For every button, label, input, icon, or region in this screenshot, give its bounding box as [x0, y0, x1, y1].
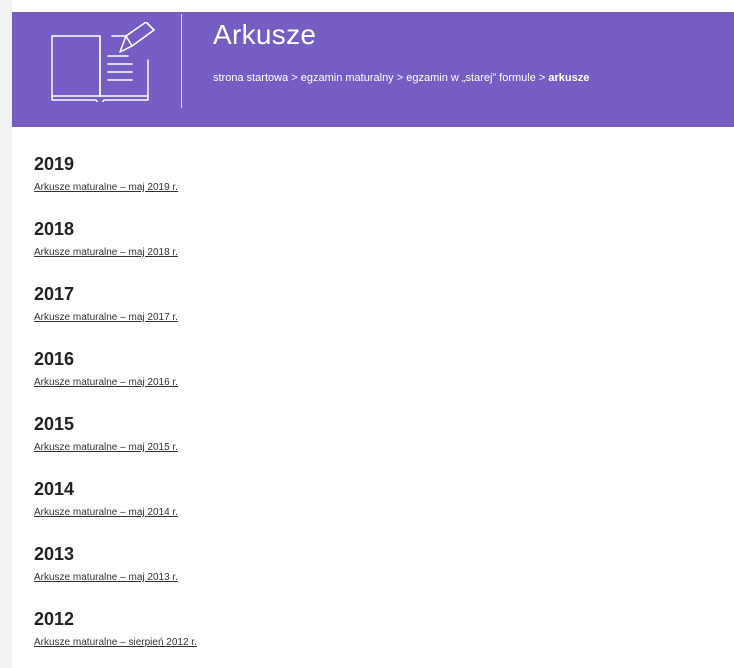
- breadcrumb-separator: >: [396, 72, 407, 84]
- breadcrumb: strona startowa > egzamin maturalny > eg…: [213, 71, 589, 85]
- breadcrumb-egzamin-maturalny[interactable]: egzamin maturalny: [301, 72, 394, 84]
- header-divider: [181, 14, 182, 108]
- year-heading-2018: 2018: [34, 219, 75, 239]
- link-arkusze-2012[interactable]: Arkusze maturalne – sierpień 2012 r.: [34, 633, 714, 668]
- page-header: Arkusze strona startowa > egzamin matura…: [12, 12, 734, 127]
- year-heading-2015: 2015: [34, 414, 75, 434]
- link-arkusze-2019[interactable]: Arkusze maturalne – maj 2019 r.: [34, 178, 714, 215]
- breadcrumb-stara-formula[interactable]: egzamin w „starej” formule: [406, 72, 536, 84]
- year-heading-2013: 2013: [34, 544, 75, 564]
- year-heading-2012: 2012: [34, 609, 75, 629]
- link-arkusze-2014[interactable]: Arkusze maturalne – maj 2014 r.: [34, 503, 714, 540]
- breadcrumb-current: arkusze: [548, 72, 590, 84]
- left-margin-strip: [0, 0, 12, 668]
- breadcrumb-separator: >: [291, 72, 301, 84]
- breadcrumb-home[interactable]: strona startowa: [213, 72, 288, 84]
- link-arkusze-2018[interactable]: Arkusze maturalne – maj 2018 r.: [34, 243, 714, 280]
- link-arkusze-2015[interactable]: Arkusze maturalne – maj 2015 r.: [34, 438, 714, 475]
- link-arkusze-2013[interactable]: Arkusze maturalne – maj 2013 r.: [34, 568, 714, 605]
- page: Arkusze strona startowa > egzamin matura…: [0, 0, 734, 668]
- open-book-pencil-icon: [51, 22, 155, 102]
- year-heading-2014: 2014: [34, 479, 75, 499]
- year-heading-2017: 2017: [34, 284, 75, 304]
- link-arkusze-2016[interactable]: Arkusze maturalne – maj 2016 r.: [34, 373, 714, 410]
- year-heading-2016: 2016: [34, 349, 75, 369]
- link-arkusze-2017[interactable]: Arkusze maturalne – maj 2017 r.: [34, 308, 714, 345]
- page-title: Arkusze: [213, 19, 317, 50]
- breadcrumb-separator: >: [538, 72, 549, 84]
- year-list: 2019 Arkusze maturalne – maj 2019 r. 201…: [34, 150, 714, 668]
- year-heading-2019: 2019: [34, 154, 75, 174]
